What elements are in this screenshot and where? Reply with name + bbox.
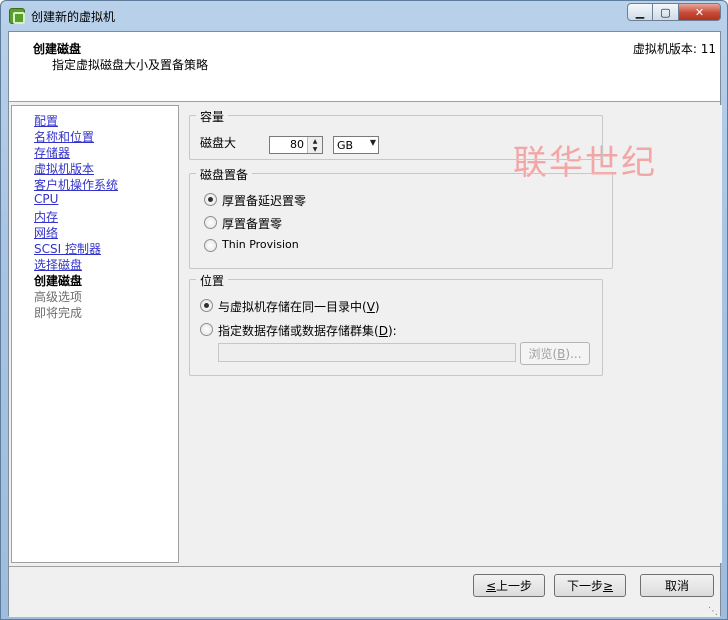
location-group-title: 位置 [196, 272, 229, 289]
next-button[interactable]: 下一步 ≥ [554, 574, 626, 597]
page-subtitle: 指定虚拟磁盘大小及置备策略 [52, 58, 209, 72]
same-directory-text: 与虚拟机存储在同一目录中( [218, 300, 367, 314]
location-group: 位置 与虚拟机存储在同一目录中(V) 指定数据存储或数据存储群集(D): 浏览(… [189, 272, 603, 376]
specify-datastore-hotkey: D [378, 324, 388, 338]
nav-item-config[interactable]: 配置 [34, 112, 58, 129]
radio-label-thin-provision[interactable]: Thin Provision [222, 238, 299, 251]
cancel-button[interactable]: 取消 [640, 574, 714, 597]
nav-item-guest-os[interactable]: 客户机操作系统 [34, 176, 118, 193]
radio-thin-provision[interactable] [204, 239, 217, 252]
radio-same-directory[interactable] [200, 299, 213, 312]
radio-label-thick-lazy-zeroed[interactable]: 厚置备延迟置零 [222, 192, 306, 209]
datastore-path-input[interactable] [218, 343, 516, 362]
close-button[interactable]: ✕ [679, 3, 721, 21]
provisioning-group-title: 磁盘置备 [196, 166, 253, 183]
nav-item-name-location[interactable]: 名称和位置 [34, 128, 94, 145]
nav-item-storage[interactable]: 存储器 [34, 144, 70, 161]
nav-item-cpu[interactable]: CPU [34, 192, 58, 206]
specify-datastore-text: 指定数据存储或数据存储群集( [218, 324, 379, 338]
page-title: 创建磁盘 [33, 42, 82, 56]
back-text: 上一步 [496, 579, 533, 593]
vm-version-label: 虚拟机版本: 11 [632, 42, 716, 56]
chevron-down-icon: ▼ [369, 138, 376, 147]
spin-down-icon[interactable]: ▼ [308, 145, 322, 153]
resize-grip-icon[interactable] [708, 605, 718, 617]
maximize-button[interactable]: ▢ [653, 3, 679, 21]
browse-button[interactable]: 浏览(B)... [520, 342, 590, 365]
disk-size-stepper[interactable]: 80 ▲ ▼ [269, 136, 323, 154]
spin-up-icon[interactable]: ▲ [308, 137, 322, 145]
nav-item-scsi-controller[interactable]: SCSI 控制器 [34, 240, 101, 257]
radio-label-specify-datastore[interactable]: 指定数据存储或数据存储群集(D): [218, 322, 397, 339]
window-controls: ▁ ▢ ✕ [627, 3, 721, 21]
disk-size-label: 磁盘大 [200, 136, 237, 150]
nav-item-vm-version[interactable]: 虚拟机版本 [34, 160, 94, 177]
radio-label-same-directory[interactable]: 与虚拟机存储在同一目录中(V) [218, 298, 380, 315]
nav-item-network[interactable]: 网络 [34, 224, 58, 241]
wizard-header: 创建磁盘 指定虚拟磁盘大小及置备策略 虚拟机版本: 11 [9, 32, 720, 102]
browse-hotkey: B [557, 346, 566, 361]
nav-item-create-disk: 创建磁盘 [34, 274, 83, 288]
wizard-client-area: 创建磁盘 指定虚拟磁盘大小及置备策略 虚拟机版本: 11 配置 名称和位置 存储… [8, 31, 722, 617]
title-bar[interactable]: 创建新的虚拟机 ▁ ▢ ✕ [1, 1, 727, 31]
nav-item-ready-to-complete: 即将完成 [34, 306, 83, 320]
nav-item-advanced-options: 高级选项 [34, 290, 83, 304]
wizard-window: 创建新的虚拟机 ▁ ▢ ✕ 创建磁盘 指定虚拟磁盘大小及置备策略 虚拟机版本: … [0, 0, 728, 620]
browse-text-end: )... [565, 346, 582, 361]
next-hotkey: ≥ [602, 578, 614, 593]
specify-datastore-text-end: ): [387, 324, 397, 338]
unit-dropdown[interactable]: GB ▼ [333, 136, 379, 154]
radio-thick-eager-zeroed[interactable] [204, 216, 217, 229]
app-icon [9, 8, 25, 24]
unit-value: GB [337, 139, 354, 152]
disk-size-value: 80 [290, 138, 304, 151]
radio-thick-lazy-zeroed[interactable] [204, 193, 217, 206]
wizard-footer: ≤ 上一步 下一步 ≥ 取消 [9, 566, 720, 617]
wizard-content: 联华世纪 容量 磁盘大 80 ▲ ▼ GB ▼ 磁盘置备 厚置备延迟置零 厚置备… [181, 105, 722, 563]
window-title: 创建新的虚拟机 [31, 10, 116, 24]
nav-item-memory[interactable]: 内存 [34, 208, 58, 225]
radio-label-thick-eager-zeroed[interactable]: 厚置备置零 [222, 215, 282, 232]
provisioning-group: 磁盘置备 厚置备延迟置零 厚置备置零 Thin Provision [189, 166, 613, 269]
minimize-button[interactable]: ▁ [627, 3, 653, 21]
back-button[interactable]: ≤ 上一步 [473, 574, 545, 597]
wizard-step-list: 配置 名称和位置 存储器 虚拟机版本 客户机操作系统 CPU 内存 网络 SCS… [11, 105, 179, 563]
stepper-arrows: ▲ ▼ [307, 137, 322, 153]
same-directory-hotkey: V [366, 300, 375, 314]
radio-specify-datastore[interactable] [200, 323, 213, 336]
capacity-group-title: 容量 [196, 108, 229, 125]
browse-text: 浏览( [528, 347, 558, 361]
same-directory-text-end: ) [374, 300, 380, 314]
next-text: 下一步 [566, 579, 603, 593]
nav-item-select-disk[interactable]: 选择磁盘 [34, 256, 82, 273]
capacity-group: 容量 磁盘大 80 ▲ ▼ GB ▼ [189, 108, 603, 160]
back-hotkey: ≤ [485, 578, 497, 593]
